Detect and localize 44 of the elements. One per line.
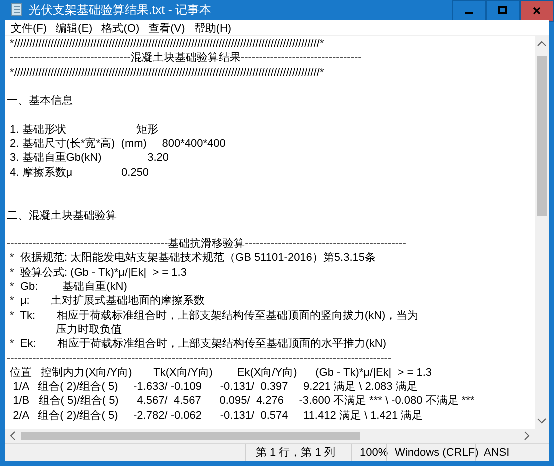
text-line: * 依据规范: 太阳能发电站支架基础技术规范（GB 51101-2016）第5.3.15条 bbox=[9, 252, 376, 264]
text-line: --------------------------------------------------------------------------------------------------------- bbox=[7, 352, 392, 365]
text-line: * Tk: 相应于荷载标准组合时，上部支架结构传至基础顶面的竖向拔力(kN)，当为 bbox=[9, 310, 419, 322]
text-line: 2. 基础尺寸(长*宽*高) (mm) 800*400*400 bbox=[9, 138, 226, 150]
text-line: *////////////////////////////////////////////////////////////////////////////////////////////////////* bbox=[9, 38, 324, 50]
vertical-scrollbar[interactable] bbox=[535, 36, 549, 429]
menu-item[interactable]: 格式(O) bbox=[98, 21, 146, 34]
text-line: 3. 基础自重Gb(kN) 3.20 bbox=[9, 152, 169, 164]
menu-item[interactable]: 帮助(H) bbox=[191, 21, 238, 34]
text-line: * μ: 土对扩展式基础地面的摩擦系数 bbox=[9, 295, 206, 308]
maximize-icon bbox=[498, 6, 508, 16]
maximize-button[interactable] bbox=[486, 0, 520, 22]
menu-item[interactable]: 查看(V) bbox=[146, 21, 192, 34]
text-line: 1/B 组合( 5)/组合( 5) 4.567/ 4.567 0.095/ 4.276 -3.600 不满足 *** \ -0.080 不满足 *** bbox=[12, 395, 475, 408]
scroll-down-icon[interactable] bbox=[537, 417, 547, 425]
text-line: 2/A 组合( 2)/组合( 5) -2.782/ -0.062 -0.131/ 0.574 11.412 满足 \ 1.421 满足 bbox=[12, 410, 424, 422]
close-icon bbox=[532, 6, 542, 16]
text-line: * Ek: 相应于荷载标准组合时，上部支架结构传至基础顶面的水平推力(kN) bbox=[9, 338, 387, 350]
scroll-thumb[interactable] bbox=[21, 432, 360, 440]
menu-item[interactable]: 编辑(E) bbox=[53, 21, 99, 34]
notepad-icon bbox=[11, 3, 23, 17]
scroll-right-icon[interactable] bbox=[523, 431, 531, 441]
minimize-button[interactable] bbox=[452, 0, 486, 22]
text-line: 压力时取负值 bbox=[54, 324, 122, 336]
scroll-up-icon[interactable] bbox=[537, 40, 547, 48]
scroll-thumb[interactable] bbox=[537, 56, 547, 216]
horizontal-scrollbar[interactable] bbox=[5, 429, 535, 443]
status-text: 第 1 行，第 1 列 bbox=[245, 444, 351, 461]
text-line: * Gb: 基础自重(kN) bbox=[9, 281, 128, 294]
menu-item[interactable]: 文件(F) bbox=[8, 21, 54, 34]
text-line: 1. 基础形状 矩形 bbox=[9, 124, 159, 136]
text-line: *////////////////////////////////////////////////////////////////////////////////////////////////////* bbox=[9, 66, 324, 79]
window-title: 光伏支架基础验算结果.txt - 记事本 bbox=[29, 2, 213, 18]
status-text: 100% bbox=[351, 444, 386, 461]
text-line: ---------------------------------混凝土块基础验算结果--------------------------------- bbox=[9, 52, 362, 64]
text-line: 位置 控制内力(X向/Y向) Tk(X向/Y向) Ek(X向/Y向) (Gb - Tk)*μ/|Ek| > = 1.3 bbox=[9, 366, 432, 379]
text-line: * 验算公式: (Gb - Tk)*μ/|Ek| > = 1.3 bbox=[9, 266, 187, 279]
scroll-left-icon[interactable] bbox=[9, 431, 17, 441]
close-button[interactable] bbox=[520, 0, 554, 22]
text-line: 4. 摩擦系数μ 0.250 bbox=[9, 166, 150, 179]
section-heading: 二、混凝土块基础验算 bbox=[7, 210, 117, 222]
text-line: 1/A 组合( 2)/组合( 5) -1.633/ -0.109 -0.131/ 0.397 9.221 满足 \ 2.083 满足 bbox=[12, 381, 418, 394]
text-line: --------------------------------------------基础抗滑移验算-------------------------------------------- bbox=[7, 238, 406, 250]
section-heading: 一、基本信息 bbox=[7, 95, 73, 108]
